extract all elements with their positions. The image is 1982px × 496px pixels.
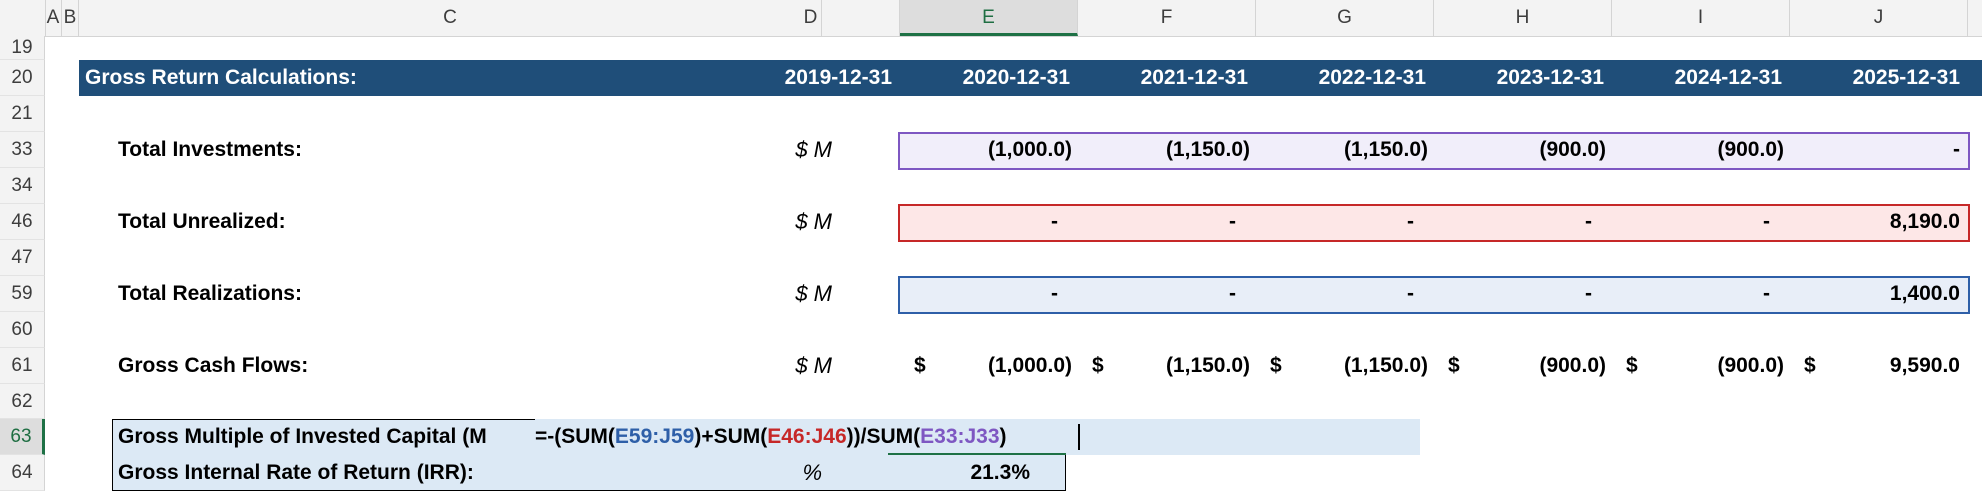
row-header-61[interactable]: 61 bbox=[0, 348, 45, 384]
unrealized-value-i[interactable]: - bbox=[1612, 204, 1770, 240]
date-header-h[interactable]: 2023-12-31 bbox=[1434, 60, 1604, 96]
column-header-a[interactable]: A bbox=[45, 0, 62, 36]
row-header-63[interactable]: 63 bbox=[0, 419, 45, 455]
investments-value-f[interactable]: (1,150.0) bbox=[1078, 132, 1250, 168]
row-header-19[interactable]: 19 bbox=[0, 36, 45, 60]
investments-value-g[interactable]: (1,150.0) bbox=[1256, 132, 1428, 168]
unrealized-value-g[interactable]: - bbox=[1256, 204, 1414, 240]
column-header-g[interactable]: G bbox=[1256, 0, 1434, 36]
realizations-value-e[interactable]: - bbox=[900, 276, 1058, 312]
column-header-c[interactable]: C bbox=[79, 0, 822, 36]
cash-flows-value-g[interactable]: (1,150.0) bbox=[1256, 348, 1428, 384]
irr-unit[interactable]: % bbox=[722, 455, 822, 491]
realizations-label[interactable]: Total Realizations: bbox=[118, 276, 302, 312]
cash-flows-value-h[interactable]: (900.0) bbox=[1434, 348, 1606, 384]
column-header-d[interactable]: D bbox=[722, 0, 900, 36]
irr-value[interactable]: 21.3% bbox=[900, 455, 1030, 491]
column-header-b[interactable]: B bbox=[62, 0, 79, 36]
row-header-33[interactable]: 33 bbox=[0, 132, 45, 168]
row-header-59[interactable]: 59 bbox=[0, 276, 45, 312]
cash-flows-value-e[interactable]: (1,000.0) bbox=[900, 348, 1072, 384]
cash-flows-value-i[interactable]: (900.0) bbox=[1612, 348, 1784, 384]
row-header-47[interactable]: 47 bbox=[0, 240, 45, 276]
unrealized-unit[interactable]: $ M bbox=[722, 204, 832, 240]
cash-flows-unit[interactable]: $ M bbox=[722, 348, 832, 384]
column-header-j[interactable]: J bbox=[1790, 0, 1968, 36]
investments-value-h[interactable]: (900.0) bbox=[1434, 132, 1606, 168]
select-all-corner[interactable] bbox=[0, 0, 46, 36]
investments-value-i[interactable]: (900.0) bbox=[1612, 132, 1784, 168]
row-header-62[interactable]: 62 bbox=[0, 384, 45, 419]
formula-ref-realizations[interactable]: E59:J59 bbox=[615, 425, 694, 448]
row-header-64[interactable]: 64 bbox=[0, 455, 45, 491]
row-header-34[interactable]: 34 bbox=[0, 168, 45, 204]
realizations-unit[interactable]: $ M bbox=[722, 276, 832, 312]
irr-label[interactable]: Gross Internal Rate of Return (IRR): bbox=[118, 455, 474, 491]
cash-flows-value-f[interactable]: (1,150.0) bbox=[1078, 348, 1250, 384]
row-header-20[interactable]: 20 bbox=[0, 60, 45, 96]
section-title[interactable]: Gross Return Calculations: bbox=[85, 60, 357, 96]
unrealized-label[interactable]: Total Unrealized: bbox=[118, 204, 286, 240]
moic-label[interactable]: Gross Multiple of Invested Capital (M bbox=[118, 419, 487, 455]
moic-formula-editor[interactable]: =-(SUM(E59:J59)+SUM(E46:J46))/SUM(E33:J3… bbox=[535, 419, 1007, 455]
investments-label[interactable]: Total Investments: bbox=[118, 132, 302, 168]
date-header-d[interactable]: 2019-12-31 bbox=[722, 60, 892, 96]
date-header-i[interactable]: 2024-12-31 bbox=[1612, 60, 1782, 96]
realizations-value-h[interactable]: - bbox=[1434, 276, 1592, 312]
date-header-f[interactable]: 2021-12-31 bbox=[1078, 60, 1248, 96]
text-cursor bbox=[1078, 424, 1080, 450]
unrealized-value-e[interactable]: - bbox=[900, 204, 1058, 240]
column-header-f[interactable]: F bbox=[1078, 0, 1256, 36]
realizations-value-f[interactable]: - bbox=[1078, 276, 1236, 312]
formula-part-4: ) bbox=[999, 425, 1007, 448]
column-header-e[interactable]: E bbox=[900, 0, 1078, 36]
column-header-i[interactable]: I bbox=[1612, 0, 1790, 36]
formula-part-1: =-(SUM( bbox=[535, 425, 615, 448]
spreadsheet-grid[interactable]: A B C D E F G H I J 19 20 21 33 34 46 47… bbox=[0, 0, 1982, 496]
date-header-j[interactable]: 2025-12-31 bbox=[1790, 60, 1960, 96]
row-header-21[interactable]: 21 bbox=[0, 96, 45, 132]
investments-value-e[interactable]: (1,000.0) bbox=[900, 132, 1072, 168]
date-header-e[interactable]: 2020-12-31 bbox=[900, 60, 1070, 96]
realizations-value-i[interactable]: - bbox=[1612, 276, 1770, 312]
cash-flows-value-j[interactable]: 9,590.0 bbox=[1790, 348, 1960, 384]
formula-ref-unrealized[interactable]: E46:J46 bbox=[767, 425, 846, 448]
formula-part-3: ))/SUM( bbox=[846, 425, 921, 448]
formula-ref-investments[interactable]: E33:J33 bbox=[920, 425, 999, 448]
unrealized-value-f[interactable]: - bbox=[1078, 204, 1236, 240]
column-header-next[interactable] bbox=[1968, 0, 1982, 36]
formula-part-2: )+SUM( bbox=[694, 425, 768, 448]
unrealized-value-j[interactable]: 8,190.0 bbox=[1790, 204, 1960, 240]
investments-unit[interactable]: $ M bbox=[722, 132, 832, 168]
cash-flows-label[interactable]: Gross Cash Flows: bbox=[118, 348, 308, 384]
column-header-h[interactable]: H bbox=[1434, 0, 1612, 36]
unrealized-value-h[interactable]: - bbox=[1434, 204, 1592, 240]
date-header-g[interactable]: 2022-12-31 bbox=[1256, 60, 1426, 96]
row-header-46[interactable]: 46 bbox=[0, 204, 45, 240]
realizations-value-g[interactable]: - bbox=[1256, 276, 1414, 312]
row-header-60[interactable]: 60 bbox=[0, 312, 45, 348]
investments-value-j[interactable]: - bbox=[1790, 132, 1960, 168]
realizations-value-j[interactable]: 1,400.0 bbox=[1790, 276, 1960, 312]
